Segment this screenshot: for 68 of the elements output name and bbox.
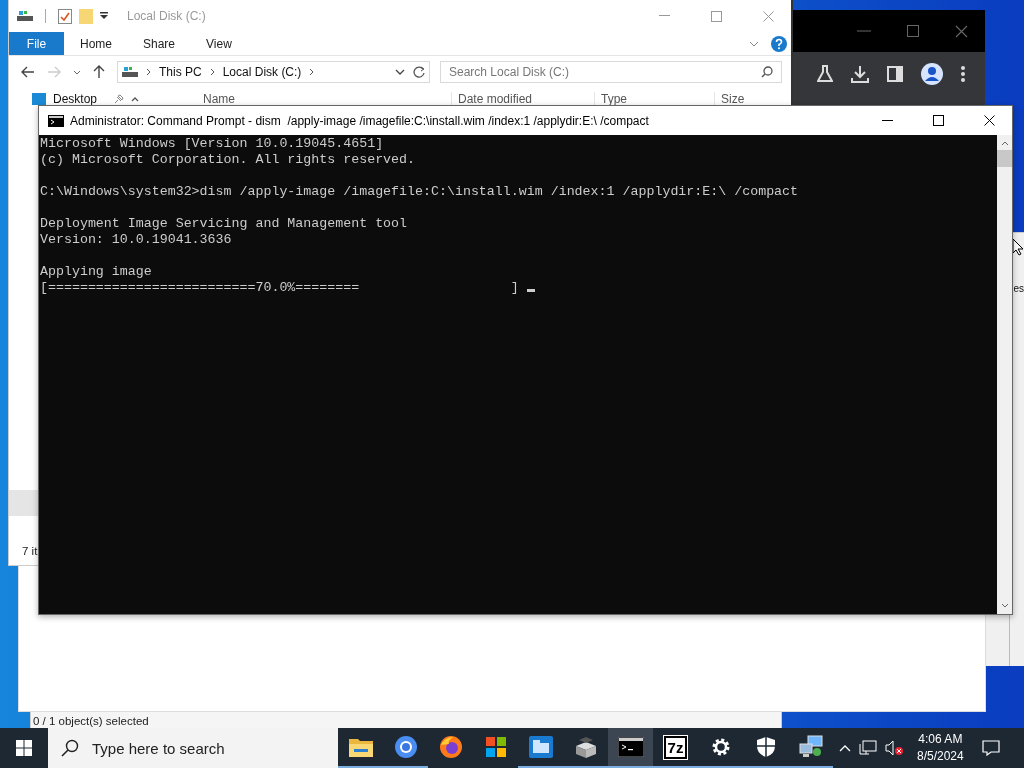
console-text: [==========================70.0%======== ]	[40, 280, 519, 295]
terminal-icon	[617, 737, 644, 757]
minimize-icon[interactable]	[882, 119, 893, 122]
taskbar-search-field[interactable]: Type here to search	[48, 728, 338, 768]
windows-logo-icon	[16, 740, 32, 756]
address-bar[interactable]: This PC Local Disk (C:)	[117, 61, 430, 83]
text-cursor	[526, 289, 535, 292]
ribbon-tab[interactable]: Share	[128, 32, 191, 55]
clock[interactable]: 4:06 AM 8/5/2024	[911, 731, 974, 765]
breadcrumb-item[interactable]: Local Disk (C:)	[222, 65, 302, 79]
browser-icon	[393, 735, 418, 759]
breadcrumb-item[interactable]: This PC	[159, 65, 202, 79]
scrollbar-thumb[interactable]	[997, 150, 1012, 167]
menu-icon[interactable]	[961, 66, 965, 82]
store-icon	[485, 737, 506, 757]
back-arrow-icon[interactable]	[21, 66, 35, 78]
taskbar-app-button[interactable]	[608, 728, 653, 768]
volume-muted-icon[interactable]	[885, 740, 903, 756]
network-computer-icon	[797, 735, 824, 759]
chevron-right-icon	[309, 68, 315, 76]
network-icon[interactable]	[859, 740, 877, 756]
folder-icon	[348, 737, 373, 757]
chevron-down-icon[interactable]	[73, 69, 81, 75]
search-field[interactable]: Search Local Disk (C:)	[440, 61, 782, 83]
column-header[interactable]: Name	[186, 92, 451, 106]
console-text: Applying image	[40, 264, 152, 279]
console-text: Microsoft Windows [Version 10.0.19045.4651]	[40, 136, 384, 151]
chevron-right-icon	[209, 68, 215, 76]
caret-icon[interactable]	[100, 12, 108, 20]
up-arrow-icon[interactable]	[93, 65, 105, 79]
notification-icon[interactable]	[981, 740, 1000, 756]
window-title: Local Disk (C:)	[127, 9, 206, 23]
window-title: Administrator: Command Prompt - dism /apply-image /imagefile:C:\install.wim /index:1 /applydir:E:\ /compact	[70, 113, 649, 128]
browser-icon	[438, 735, 463, 759]
close-icon[interactable]	[984, 115, 995, 126]
nav-item[interactable]: Desktop	[53, 92, 98, 106]
avatar-icon[interactable]	[921, 63, 943, 85]
chevron-down-icon[interactable]	[1000, 603, 1009, 608]
console-text: Version: 10.0.19041.3636	[40, 232, 232, 247]
drive-icon	[17, 10, 33, 22]
console-icon	[48, 114, 64, 127]
ribbon-tab[interactable]: View	[191, 32, 247, 55]
status-text: 7 it	[22, 545, 38, 557]
chevron-right-icon	[146, 68, 151, 76]
chevron-up-icon[interactable]	[131, 96, 140, 102]
chevron-down-icon[interactable]	[395, 69, 405, 75]
console-text: (c) Microsoft Corporation. All rights reserved.	[40, 152, 416, 167]
status-text: 0 / 1 object(s) selected	[33, 714, 149, 727]
console-text: Deployment Image Servicing and Management tool	[40, 216, 408, 231]
pin-icon[interactable]	[114, 94, 125, 104]
folder-icon	[528, 736, 553, 758]
sidebar-icon[interactable]	[887, 66, 903, 82]
search-icon	[761, 66, 773, 78]
help-icon[interactable]	[771, 35, 787, 52]
flask-icon[interactable]	[817, 65, 833, 83]
download-icon[interactable]	[851, 65, 869, 83]
ribbon-tab[interactable]: Home	[65, 32, 127, 55]
desktop-icon	[32, 93, 46, 105]
taskbar-app-button[interactable]: 7z	[653, 728, 698, 768]
drive-icon	[122, 66, 138, 78]
maximize-icon[interactable]	[933, 115, 944, 126]
properties-icon[interactable]	[58, 8, 72, 24]
scrollbar[interactable]	[997, 135, 1012, 614]
file-tab[interactable]: File	[9, 32, 64, 55]
shield-icon	[755, 736, 776, 758]
refresh-icon[interactable]	[413, 66, 425, 78]
console-text: C:\Windows\system32>dism /apply-image /imagefile:C:\install.wim /index:1 /applydir:E:\ /compact	[40, 184, 799, 199]
column-header-text: es	[1013, 283, 1024, 294]
